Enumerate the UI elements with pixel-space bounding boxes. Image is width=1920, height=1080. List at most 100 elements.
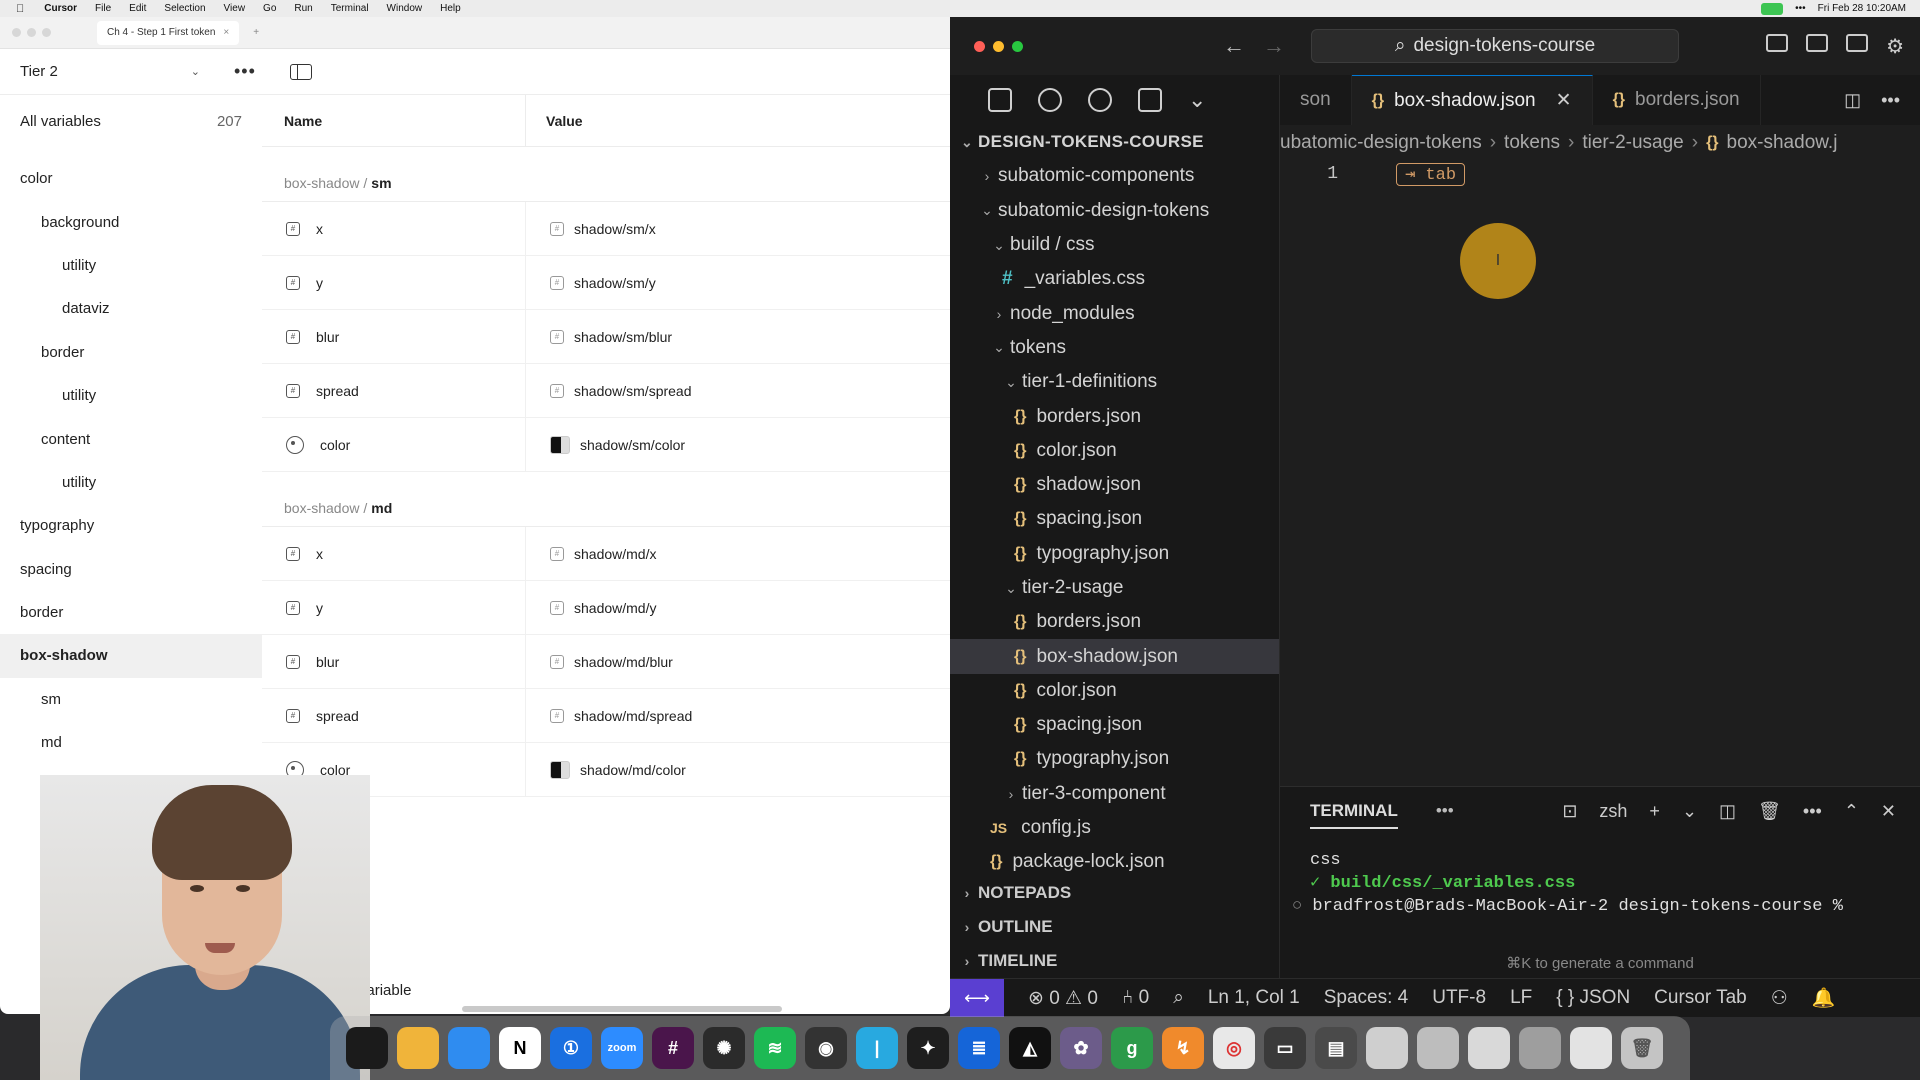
menu-help[interactable]: Help <box>440 3 461 14</box>
variable-value[interactable]: shadow/sm/blur <box>574 329 672 345</box>
dock-app-icon[interactable] <box>1366 1027 1408 1069</box>
more-icon[interactable]: ••• <box>1803 801 1822 822</box>
spotify-icon[interactable]: ≋ <box>754 1027 796 1069</box>
source-control-icon[interactable] <box>1088 88 1112 112</box>
dock-app-icon[interactable] <box>397 1027 439 1069</box>
bell-icon[interactable]: 🔔 <box>1812 986 1836 1010</box>
language-mode[interactable]: { } JSON <box>1556 987 1630 1009</box>
variable-name[interactable]: blur <box>316 654 339 670</box>
variable-value[interactable]: shadow/md/blur <box>574 654 673 670</box>
chrome-icon[interactable]: ◎ <box>1213 1027 1255 1069</box>
grammarly-icon[interactable]: g <box>1111 1027 1153 1069</box>
menu-terminal[interactable]: Terminal <box>331 3 369 14</box>
more-options-button[interactable]: ••• <box>234 61 256 82</box>
split-editor-icon[interactable]: ◫ <box>1844 90 1861 111</box>
table-row[interactable]: # y # shadow/sm/y <box>262 256 950 310</box>
dock-app-icon[interactable]: ▤ <box>1315 1027 1357 1069</box>
group-md[interactable]: md <box>0 721 262 764</box>
close-icon[interactable]: ✕ <box>1556 89 1572 112</box>
dock-app-icon[interactable]: ▭ <box>1264 1027 1306 1069</box>
dock-app-icon[interactable]: ◉ <box>805 1027 847 1069</box>
breadcrumb-item[interactable]: tier-2-usage <box>1582 132 1683 154</box>
dock-app-icon[interactable] <box>448 1027 490 1069</box>
recording-icon[interactable] <box>1761 2 1784 15</box>
tree-item[interactable]: {} typography.json <box>950 742 1279 776</box>
terminal-shell[interactable]: zsh <box>1599 801 1627 822</box>
variable-name[interactable]: spread <box>316 383 359 399</box>
dock-app-icon[interactable]: ✿ <box>1060 1027 1102 1069</box>
group-content[interactable]: content <box>0 417 262 460</box>
tree-item[interactable]: ⌄ subatomic-design-tokens <box>950 194 1279 228</box>
tree-item[interactable]: › subatomic-components <box>950 159 1279 193</box>
dock-app-icon[interactable] <box>1468 1027 1510 1069</box>
trash-icon[interactable]: 🗑 <box>1621 1027 1663 1069</box>
tree-item[interactable]: › node_modules <box>950 296 1279 330</box>
table-row[interactable]: # blur # shadow/sm/blur <box>262 310 950 364</box>
variable-name[interactable]: y <box>316 600 323 616</box>
menu-view[interactable]: View <box>224 3 246 14</box>
chatgpt-icon[interactable]: ✺ <box>703 1027 745 1069</box>
zoom-icon[interactable]: zoom <box>601 1027 643 1069</box>
tab-borders-json[interactable]: {} borders.json <box>1593 75 1761 125</box>
group-background-utility[interactable]: utility <box>0 244 262 287</box>
cursor-tab-status[interactable]: Cursor Tab <box>1654 987 1747 1009</box>
terminal-output[interactable]: css ✓ build/css/_variables.css bradfrost… <box>1280 835 1920 918</box>
dock-app-icon[interactable] <box>1519 1027 1561 1069</box>
sidebar-toggle-icon[interactable] <box>289 63 312 80</box>
breadcrumb-item[interactable]: ubatomic-design-tokens <box>1280 132 1482 154</box>
group-sm[interactable]: sm <box>0 678 262 721</box>
variable-value[interactable]: shadow/sm/x <box>574 221 656 237</box>
variable-name[interactable]: x <box>316 221 323 237</box>
code-line[interactable]: 1 ⇥ tab <box>1280 161 1920 187</box>
problems-status[interactable]: ⊗ 0 ⚠ 0 <box>1028 987 1098 1010</box>
search-icon[interactable] <box>1038 88 1062 112</box>
menu-app[interactable]: Cursor <box>44 3 77 14</box>
tree-item[interactable]: ⌄ tier-2-usage <box>950 571 1279 605</box>
tree-item-selected[interactable]: {} box-shadow.json <box>950 639 1279 674</box>
clock[interactable]: Fri Feb 28 10:20AM <box>1818 3 1906 14</box>
add-terminal-icon[interactable]: + <box>1649 801 1660 822</box>
chevron-down-icon[interactable]: ⌄ <box>1682 801 1697 822</box>
tab-partial[interactable]: son <box>1280 75 1352 125</box>
variable-value[interactable]: shadow/sm/color <box>580 437 685 453</box>
tree-item[interactable]: {} borders.json <box>950 605 1279 639</box>
terminal-tab[interactable]: TERMINAL <box>1310 801 1398 829</box>
dock-app-icon[interactable] <box>1417 1027 1459 1069</box>
zoom-icon[interactable]: ⌕ <box>1173 987 1184 1009</box>
group-typography[interactable]: typography <box>0 504 262 547</box>
variable-value[interactable]: shadow/md/spread <box>574 708 692 724</box>
chevron-down-icon[interactable]: ⌄ <box>1188 87 1206 113</box>
section-outline[interactable]: › OUTLINE <box>950 910 1279 944</box>
tab-box-shadow-json[interactable]: {} box-shadow.json ✕ <box>1351 75 1593 125</box>
close-icon[interactable]: × <box>223 27 229 38</box>
remote-icon[interactable]: ⟷ <box>950 979 1004 1017</box>
breadcrumb-item[interactable]: box-shadow.j <box>1727 132 1838 154</box>
menu-edit[interactable]: Edit <box>129 3 146 14</box>
eol-status[interactable]: LF <box>1510 987 1532 1009</box>
group-spacing[interactable]: spacing <box>0 548 262 591</box>
tree-item[interactable]: {} spacing.json <box>950 708 1279 742</box>
figma-file-tab[interactable]: Ch 4 - Step 1 First token × <box>97 20 240 45</box>
group-box-shadow[interactable]: box-shadow <box>0 634 262 678</box>
new-tab-icon[interactable]: + <box>253 27 259 38</box>
variable-value[interactable]: shadow/md/y <box>574 600 656 616</box>
tree-item[interactable]: ⌄ tier-1-definitions <box>950 365 1279 399</box>
cursor-position[interactable]: Ln 1, Col 1 <box>1208 987 1300 1009</box>
variable-name[interactable]: y <box>316 275 323 291</box>
tree-item[interactable]: › tier-3-component <box>950 777 1279 811</box>
notion-icon[interactable]: N <box>499 1027 541 1069</box>
tree-item[interactable]: ⌄ build / css <box>950 228 1279 262</box>
menu-run[interactable]: Run <box>294 3 312 14</box>
group-color[interactable]: color <box>0 157 262 200</box>
slack-icon[interactable]: # <box>652 1027 694 1069</box>
ports-status[interactable]: ⑃ 0 <box>1122 987 1149 1009</box>
dock-app-icon[interactable] <box>346 1027 388 1069</box>
variable-value[interactable]: shadow/md/x <box>574 546 656 562</box>
group-border-utility[interactable]: utility <box>0 374 262 417</box>
group-content-utility[interactable]: utility <box>0 461 262 504</box>
tree-item[interactable]: {} package-lock.json <box>950 845 1279 879</box>
variable-name[interactable]: color <box>320 437 350 453</box>
section-notepads[interactable]: › NOTEPADS <box>950 876 1279 910</box>
group-dataviz[interactable]: dataviz <box>0 287 262 330</box>
maximize-panel-icon[interactable]: ⌃ <box>1844 801 1859 822</box>
